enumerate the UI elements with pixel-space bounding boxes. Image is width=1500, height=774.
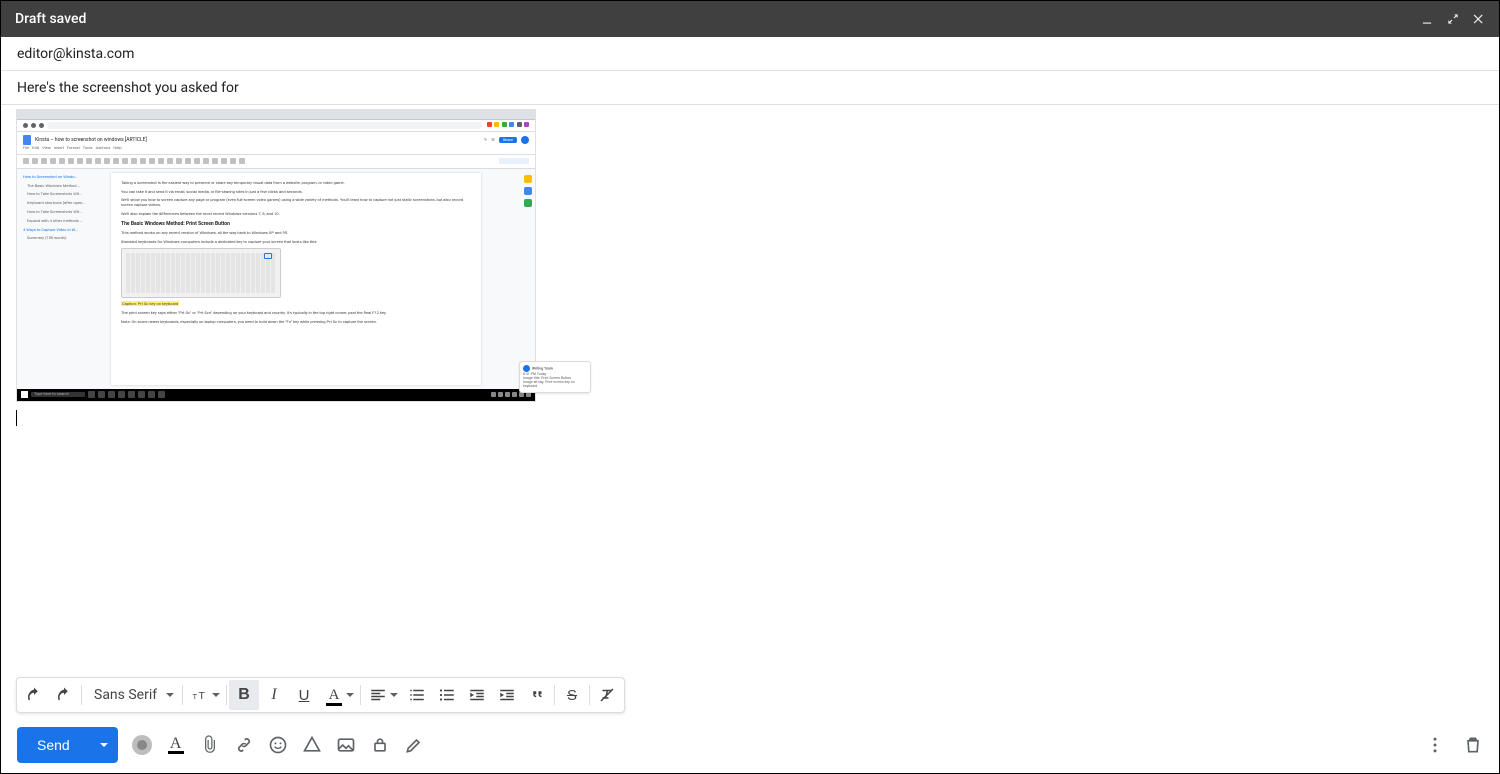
bold-button[interactable]: B (229, 680, 259, 710)
close-icon[interactable] (1471, 11, 1487, 27)
quote-button[interactable] (522, 680, 552, 710)
underline-button[interactable]: U (289, 680, 319, 710)
attach-file-icon[interactable] (200, 735, 220, 755)
indent-more-button[interactable] (492, 680, 522, 710)
more-options-icon[interactable] (1425, 735, 1445, 755)
numbered-list-button[interactable] (402, 680, 432, 710)
font-family-dropdown[interactable]: Sans Serif (84, 680, 180, 710)
insert-link-icon[interactable] (234, 735, 254, 755)
insert-emoji-icon[interactable] (268, 735, 288, 755)
italic-button[interactable]: I (259, 680, 289, 710)
insert-signature-icon[interactable] (404, 735, 424, 755)
send-button[interactable]: Send (17, 727, 90, 763)
compose-header: Draft saved (1, 1, 1499, 37)
subject-field[interactable]: Here's the screenshot you asked for (1, 71, 1499, 105)
align-button[interactable] (363, 680, 393, 710)
attached-screenshot[interactable]: Kinsta – how to screenshot on windows [A… (16, 109, 536, 402)
undo-button[interactable] (19, 680, 49, 710)
indent-less-button[interactable] (462, 680, 492, 710)
fullscreen-exit-icon[interactable] (1445, 11, 1461, 27)
send-options-button[interactable] (90, 727, 118, 763)
svg-text:T: T (193, 692, 198, 701)
font-size-button[interactable]: TT (185, 680, 215, 710)
text-cursor (16, 410, 17, 426)
sender-avatar-icon[interactable] (132, 735, 152, 755)
svg-text:T: T (199, 690, 206, 702)
minimize-icon[interactable] (1419, 11, 1435, 27)
confidential-mode-icon[interactable] (370, 735, 390, 755)
text-color-button[interactable]: A (319, 680, 349, 710)
strikethrough-button[interactable]: S (557, 680, 587, 710)
discard-draft-icon[interactable] (1463, 735, 1483, 755)
message-body[interactable]: Kinsta – how to screenshot on windows [A… (16, 105, 1484, 663)
formatting-options-button[interactable]: A (166, 735, 186, 755)
formatting-toolbar: Sans Serif TT B I U A S (16, 677, 625, 713)
compose-footer: Send A (1, 717, 1499, 773)
insert-photo-icon[interactable] (336, 735, 356, 755)
remove-formatting-button[interactable] (592, 680, 622, 710)
bulleted-list-button[interactable] (432, 680, 462, 710)
insert-drive-icon[interactable] (302, 735, 322, 755)
recipients-field[interactable]: editor@kinsta.com (1, 37, 1499, 71)
redo-button[interactable] (49, 680, 79, 710)
header-title: Draft saved (15, 11, 86, 27)
